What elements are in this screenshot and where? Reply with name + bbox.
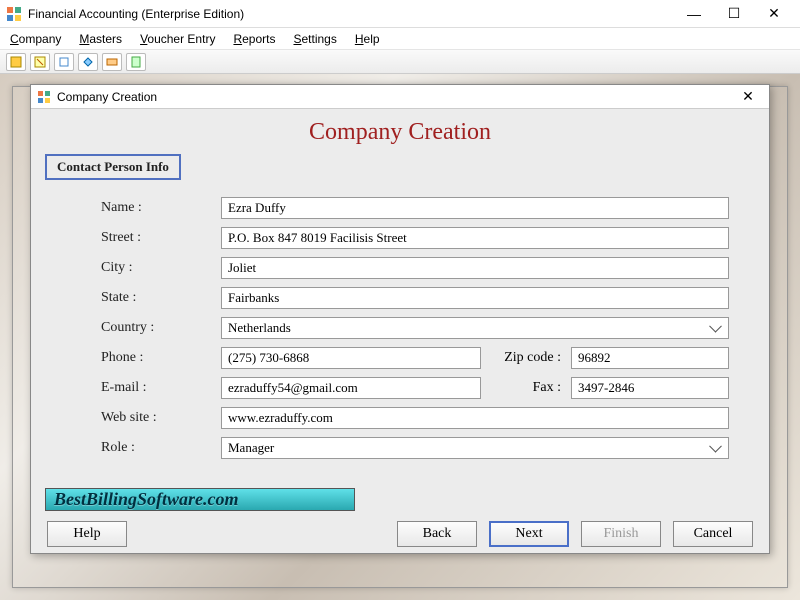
label-email: E-mail : [101,380,221,396]
fax-field[interactable]: 3497-2846 [571,377,729,399]
dialog-icon [37,90,51,104]
website-field[interactable]: www.ezraduffy.com [221,407,729,429]
role-select[interactable]: Manager [221,437,729,459]
street-field[interactable]: P.O. Box 847 8019 Facilisis Street [221,227,729,249]
label-state: State : [101,290,221,306]
label-role: Role : [101,440,221,456]
toolbar-btn-3[interactable] [54,53,74,71]
label-country: Country : [101,320,221,336]
toolbar-btn-6[interactable] [126,53,146,71]
cancel-button[interactable]: Cancel [673,521,753,547]
email-field[interactable]: ezraduffy54@gmail.com [221,377,481,399]
label-phone: Phone : [101,350,221,366]
back-button[interactable]: Back [397,521,477,547]
close-button[interactable]: ✕ [754,2,794,26]
app-icon [6,6,22,22]
menu-reports[interactable]: Reports [233,32,275,46]
company-creation-dialog: Company Creation ✕ Company Creation Cont… [30,84,770,554]
menu-company[interactable]: Company [10,32,61,46]
city-field[interactable]: Joliet [221,257,729,279]
button-row: Help Back Next Finish Cancel [41,521,759,547]
help-button[interactable]: Help [47,521,127,547]
minimize-button[interactable]: — [674,2,714,26]
section-tab: Contact Person Info [45,154,181,180]
zip-field[interactable]: 96892 [571,347,729,369]
toolbar [0,50,800,74]
banner: BestBillingSoftware.com [45,488,355,511]
dialog-heading: Company Creation [41,119,759,146]
label-fax: Fax : [481,380,571,396]
label-zip: Zip code : [481,350,571,366]
toolbar-btn-5[interactable] [102,53,122,71]
main-titlebar: Financial Accounting (Enterprise Edition… [0,0,800,28]
dialog-title: Company Creation [57,90,733,104]
phone-field[interactable]: (275) 730-6868 [221,347,481,369]
name-field[interactable]: Ezra Duffy [221,197,729,219]
toolbar-btn-2[interactable] [30,53,50,71]
label-city: City : [101,260,221,276]
country-select[interactable]: Netherlands [221,317,729,339]
menu-masters[interactable]: Masters [79,32,122,46]
state-field[interactable]: Fairbanks [221,287,729,309]
label-name: Name : [101,200,221,216]
label-website: Web site : [101,410,221,426]
menu-settings[interactable]: Settings [293,32,336,46]
maximize-button[interactable]: ☐ [714,2,754,26]
dialog-close-button[interactable]: ✕ [733,87,763,107]
window-title: Financial Accounting (Enterprise Edition… [28,7,674,21]
next-button[interactable]: Next [489,521,569,547]
finish-button: Finish [581,521,661,547]
label-street: Street : [101,230,221,246]
toolbar-btn-1[interactable] [6,53,26,71]
menubar: Company Masters Voucher Entry Reports Se… [0,28,800,50]
form-area: Name : Ezra Duffy Street : P.O. Box 847 … [41,190,759,472]
menu-help[interactable]: Help [355,32,380,46]
toolbar-btn-4[interactable] [78,53,98,71]
menu-voucher[interactable]: Voucher Entry [140,32,215,46]
dialog-titlebar: Company Creation ✕ [31,85,769,109]
